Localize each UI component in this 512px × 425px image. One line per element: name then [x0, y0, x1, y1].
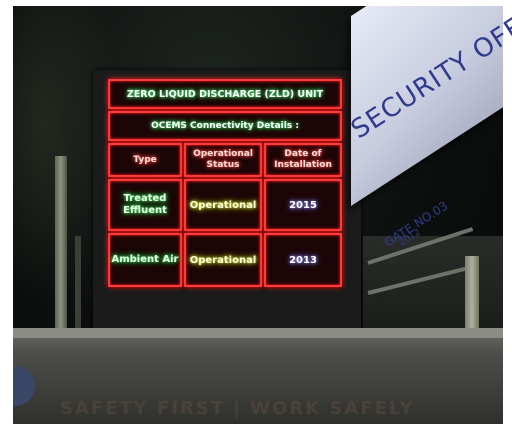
row-type-treated-effluent: Treated Effluent	[108, 179, 182, 231]
wall-painted-text: SAFETY FIRST | WORK SAFELY	[60, 398, 415, 419]
row-year-ambient-air: 2013	[264, 233, 342, 287]
row-status-treated-effluent: Operational	[184, 179, 262, 231]
row-year-treated-effluent: 2015	[264, 179, 342, 231]
thin-pole	[75, 236, 81, 331]
row-status-ambient-air: Operational	[184, 233, 262, 287]
zld-display-board: ZERO LIQUID DISCHARGE (ZLD) UNIT OCEMS C…	[107, 79, 343, 289]
wall-top-ledge	[13, 328, 503, 338]
row-type-ambient-air: Ambient Air	[108, 233, 182, 287]
board-subtitle: OCEMS Connectivity Details :	[108, 111, 342, 141]
header-type: Type	[108, 143, 182, 177]
board-title: ZERO LIQUID DISCHARGE (ZLD) UNIT	[108, 79, 342, 109]
metal-pole	[55, 156, 67, 331]
gate-post	[465, 256, 479, 336]
header-date-of-installation: Date of Installation	[264, 143, 342, 177]
header-operational-status: Operational Status	[184, 143, 262, 177]
